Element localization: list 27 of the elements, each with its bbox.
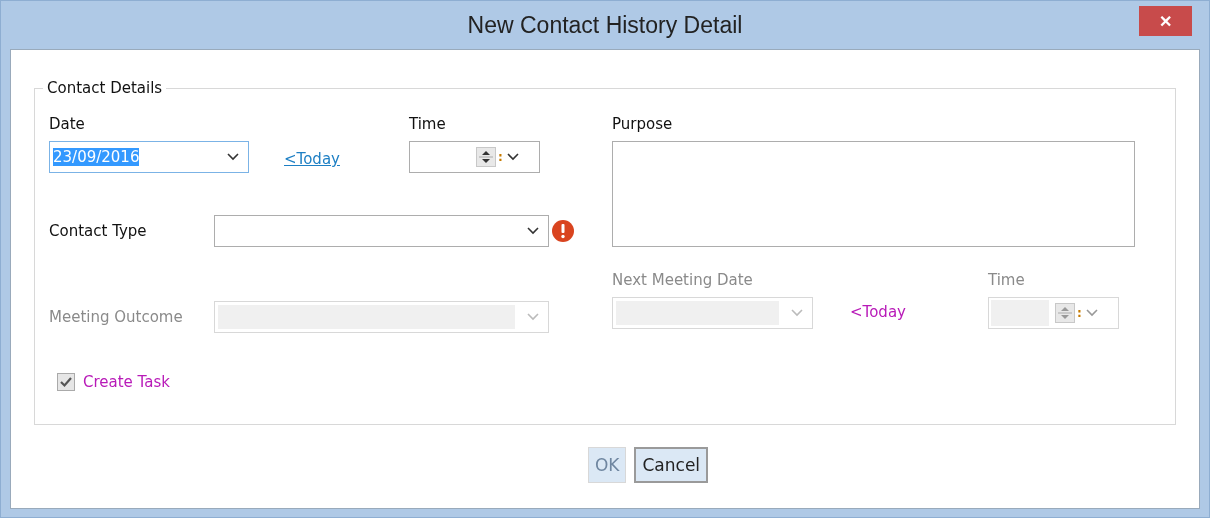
spin-arrows-icon (1054, 303, 1075, 323)
chevron-down-icon (791, 309, 803, 317)
chevron-down-icon (1085, 309, 1098, 317)
dropdown-field[interactable]: 23/09/2016 (49, 141, 249, 173)
field-value: 23/09/2016 (53, 148, 140, 166)
dropdown-field[interactable] (214, 215, 549, 247)
close-button[interactable]: ✕ (1139, 6, 1192, 36)
window-title: New Contact History Detail (467, 11, 743, 39)
time-field[interactable]: : (408, 141, 540, 173)
field-label: Next Meeting Date (612, 271, 754, 291)
chevron-down-icon (527, 227, 539, 235)
chevron-down-icon (527, 313, 539, 321)
today-link[interactable]: <Today (284, 150, 340, 168)
field-label: Time (408, 115, 447, 135)
chevron-down-icon (227, 153, 239, 161)
chevron-down-icon (506, 153, 519, 161)
field-label: Purpose (612, 115, 674, 135)
time-separator: : (497, 150, 503, 164)
field-label: Time (987, 271, 1026, 291)
dialog-button[interactable]: Cancel (634, 447, 709, 483)
purpose-field[interactable] (612, 141, 1135, 247)
time-separator: : (1076, 306, 1082, 320)
check-icon (59, 375, 73, 389)
field-label: Date (49, 115, 86, 135)
field-label: Meeting Outcome (49, 308, 184, 326)
field-label: Contact Type (49, 222, 148, 240)
spin-arrows-icon (475, 147, 496, 167)
